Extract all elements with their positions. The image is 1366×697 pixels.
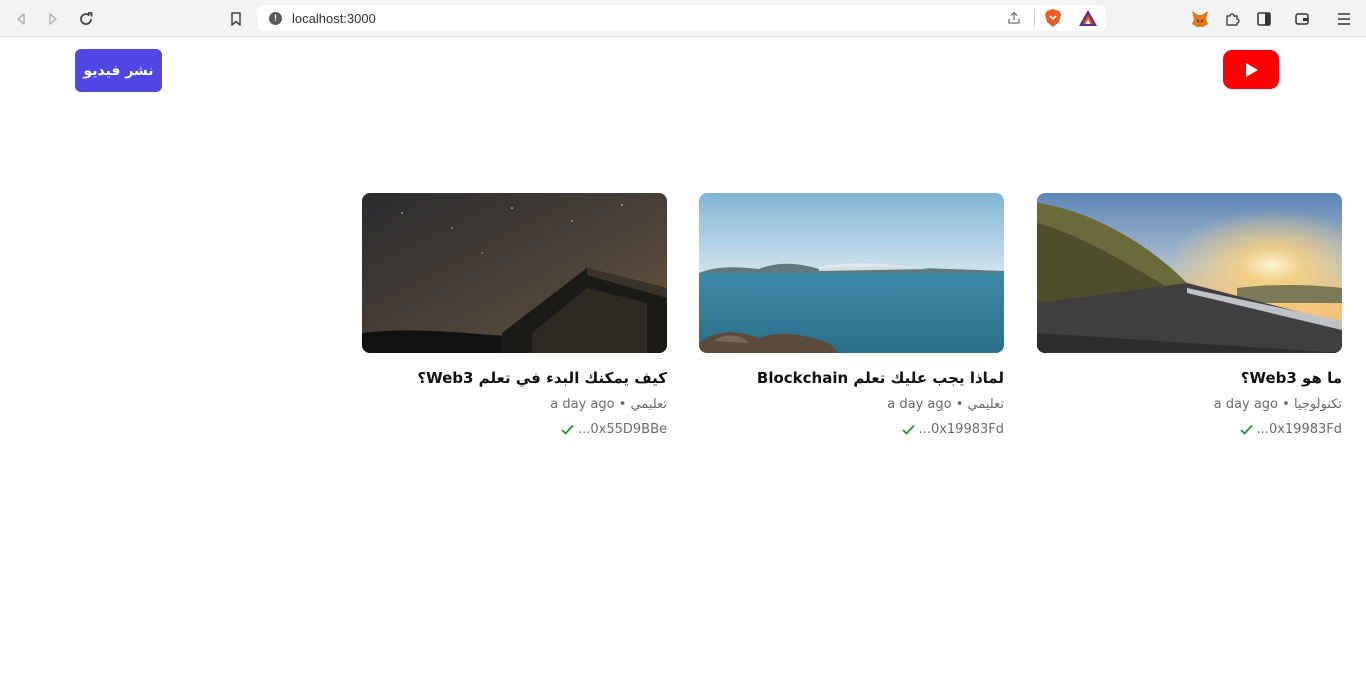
- verified-check-icon: [901, 424, 915, 435]
- video-category: تعليمي: [630, 397, 667, 412]
- url-text[interactable]: localhost:3000: [292, 11, 376, 26]
- address-bar[interactable]: ! localhost:3000: [258, 5, 1106, 31]
- meta-separator: •: [1282, 397, 1290, 412]
- bookmark-icon[interactable]: [225, 8, 247, 30]
- video-meta: تكنولوجيا • a day ago: [1037, 397, 1342, 412]
- verified-check-icon: [1239, 424, 1253, 435]
- wallet-icon[interactable]: [1291, 8, 1313, 30]
- video-time: a day ago: [550, 397, 615, 412]
- video-title[interactable]: كيف يمكنك البدء في تعلم Web3؟: [362, 369, 667, 387]
- video-thumbnail[interactable]: [362, 193, 667, 353]
- brave-shields-icon[interactable]: [1044, 8, 1062, 32]
- reload-icon[interactable]: [75, 8, 97, 30]
- video-time: a day ago: [887, 397, 952, 412]
- publish-video-button[interactable]: نشر فيديو: [75, 49, 162, 92]
- youtube-play-icon: [1246, 62, 1258, 77]
- video-meta: تعليمي • a day ago: [699, 397, 1004, 412]
- brave-rewards-icon[interactable]: [1078, 9, 1098, 31]
- video-owner: 0x55D9BBe...: [362, 422, 667, 437]
- video-category: تكنولوجيا: [1293, 397, 1342, 412]
- video-time: a day ago: [1213, 397, 1278, 412]
- menu-hamburger-icon[interactable]: [1333, 8, 1355, 30]
- video-thumbnail[interactable]: [1037, 193, 1342, 353]
- meta-separator: •: [618, 397, 627, 412]
- video-card[interactable]: كيف يمكنك البدء في تعلم Web3؟ تعليمي • a…: [362, 193, 667, 437]
- browser-toolbar: ! localhost:3000: [0, 0, 1366, 37]
- video-thumbnail[interactable]: [699, 193, 1004, 353]
- video-owner: 0x19983Fd...: [1037, 422, 1342, 437]
- owner-address[interactable]: 0x55D9BBe...: [578, 422, 667, 437]
- video-title[interactable]: ما هو Web3؟: [1037, 369, 1342, 387]
- metamask-fox-icon[interactable]: [1189, 8, 1211, 30]
- forward-icon[interactable]: [42, 8, 64, 30]
- owner-address[interactable]: 0x19983Fd...: [1257, 422, 1342, 437]
- video-category: تعليمي: [967, 397, 1004, 412]
- video-owner: 0x19983Fd...: [699, 422, 1004, 437]
- extensions-puzzle-icon[interactable]: [1221, 8, 1243, 30]
- video-card[interactable]: ما هو Web3؟ تكنولوجيا • a day ago 0x1998…: [1037, 193, 1342, 437]
- video-title[interactable]: لماذا يجب عليك تعلم Blockchain: [699, 369, 1004, 387]
- toolbar-divider: [1034, 10, 1035, 26]
- video-meta: تعليمي • a day ago: [362, 397, 667, 412]
- meta-separator: •: [955, 397, 964, 412]
- share-icon[interactable]: [1006, 10, 1022, 30]
- video-card[interactable]: لماذا يجب عليك تعلم Blockchain تعليمي • …: [699, 193, 1004, 437]
- back-icon[interactable]: [10, 8, 32, 30]
- owner-address[interactable]: 0x19983Fd...: [919, 422, 1004, 437]
- site-info-icon[interactable]: !: [269, 11, 282, 25]
- sidebar-toggle-icon[interactable]: [1253, 8, 1275, 30]
- verified-check-icon: [561, 424, 574, 435]
- youtube-logo[interactable]: [1223, 50, 1279, 89]
